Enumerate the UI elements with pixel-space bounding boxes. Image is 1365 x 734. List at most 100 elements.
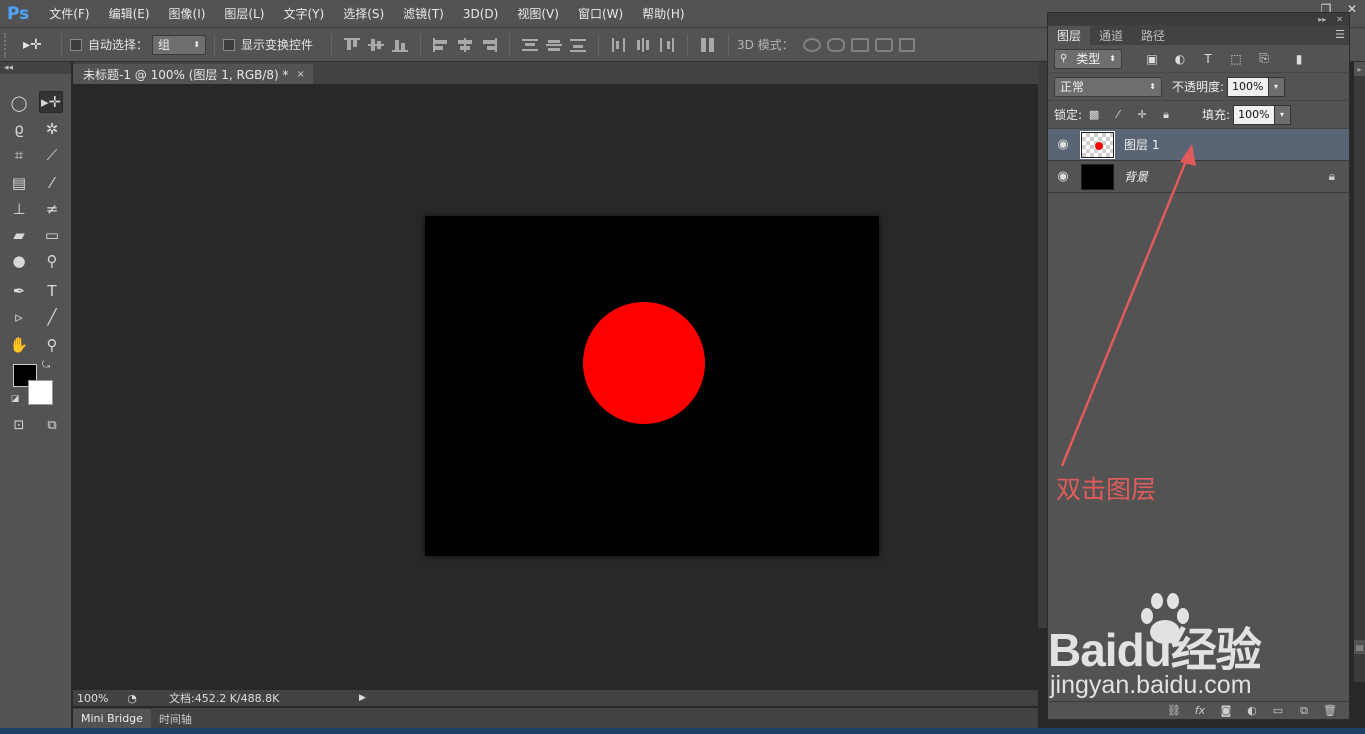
menu-window[interactable]: 窗口(W) [578,5,623,22]
show-transform-checkbox[interactable] [223,38,236,51]
toolbox-collapse-icon[interactable]: ◂◂ [0,62,71,74]
clone-stamp-tool-icon[interactable]: ⊥ [7,198,31,220]
dock-icon-top[interactable]: ▸ [1354,62,1365,76]
3d-pan-icon[interactable] [850,37,869,52]
fill-slider-arrow-icon[interactable]: ▾ [1274,104,1291,125]
lock-image-icon[interactable]: ⁄ [1111,108,1125,122]
lasso-tool-icon[interactable]: ϱ [7,118,31,140]
filter-type-icon[interactable]: T [1201,52,1215,66]
menu-help[interactable]: 帮助(H) [642,5,684,22]
menu-image[interactable]: 图像(I) [169,5,206,22]
opacity-input[interactable]: 100% [1227,76,1269,97]
auto-align-icon[interactable] [700,37,716,52]
auto-select-dropdown[interactable]: 组 ⬍ [152,34,207,55]
status-info-icon[interactable]: ◔ [123,691,141,705]
crop-tool-icon[interactable]: ⌗ [7,144,31,166]
opacity-slider-arrow-icon[interactable]: ▾ [1268,76,1285,97]
eye-icon[interactable]: ◉ [1048,137,1078,152]
magic-wand-tool-icon[interactable]: ✲ [40,118,64,140]
align-bottom-icon[interactable] [392,38,409,52]
distribute-left-icon[interactable] [611,37,627,52]
eyedropper-tool-icon[interactable]: ⟋ [40,144,64,166]
align-hcenter-icon[interactable] [457,37,473,52]
layer-name[interactable]: 图层 1 [1124,136,1159,153]
filter-pixel-icon[interactable]: ▣ [1145,52,1159,66]
swap-colors-icon[interactable]: ⤿ [38,358,54,372]
hand-tool-icon[interactable]: ✋ [7,334,31,356]
tab-mini-bridge[interactable]: Mini Bridge [73,709,151,728]
filter-shape-icon[interactable]: ⬚ [1229,52,1243,66]
panel-close-icon[interactable]: ✕ [1336,15,1343,24]
options-grip[interactable] [4,32,9,57]
distribute-hcenter-icon[interactable] [635,37,651,52]
new-group-icon[interactable]: ▭ [1269,704,1287,718]
layer-thumbnail[interactable] [1081,163,1114,190]
panel-collapse-bar[interactable]: ▸▸ ✕ [1048,13,1349,25]
close-tab-icon[interactable]: × [297,69,305,80]
pen-tool-icon[interactable]: ✒ [7,280,31,302]
dodge-tool-icon[interactable]: ⚲ [40,250,64,272]
eye-icon[interactable]: ◉ [1048,169,1078,184]
move-tool-preset-icon[interactable]: ▸✛ [23,37,53,53]
3d-slide-icon[interactable] [874,37,893,52]
spot-healing-tool-icon[interactable]: ▤ [7,172,31,194]
layer-style-fx-icon[interactable]: fx [1191,704,1209,718]
lock-all-icon[interactable]: 🔒︎ [1159,108,1173,122]
lock-position-icon[interactable]: ✛ [1135,108,1149,122]
background-color-swatch[interactable] [28,380,53,405]
filter-adjustment-icon[interactable]: ◐ [1173,52,1187,66]
brush-tool-icon[interactable]: ⁄ [40,172,64,194]
zoom-tool-icon[interactable]: ⚲ [40,334,64,356]
menu-3d[interactable]: 3D(D) [463,7,498,21]
filter-smart-object-icon[interactable]: ⎘ [1257,51,1271,65]
document-tab[interactable]: 未标题-1 @ 100% (图层 1, RGB/8) * × [73,64,313,84]
canvas-workspace[interactable] [73,84,1038,690]
lock-transparent-icon[interactable]: ▩ [1087,108,1101,122]
align-top-icon[interactable] [344,37,361,52]
3d-camera-icon[interactable] [898,37,915,52]
move-tool-icon[interactable]: ▸✛ [39,91,63,113]
distribute-right-icon[interactable] [659,37,675,52]
align-left-icon[interactable] [433,37,449,52]
path-selection-tool-icon[interactable]: ▹ [7,306,31,328]
document-canvas[interactable] [425,216,879,556]
3d-rotate-icon[interactable] [802,37,821,52]
filter-toggle-icon[interactable]: ▮ [1292,52,1306,66]
tab-channels[interactable]: 通道 [1090,26,1132,45]
tab-layers[interactable]: 图层 [1048,26,1091,45]
3d-roll-icon[interactable] [826,37,845,52]
eraser-tool-icon[interactable]: ▰ [7,224,31,246]
trash-icon[interactable]: 🗑︎ [1321,704,1339,718]
align-right-icon[interactable] [481,37,498,52]
auto-select-checkbox[interactable] [70,38,82,51]
distribute-vcenter-icon[interactable] [546,38,563,52]
menu-layer[interactable]: 图层(L) [224,5,264,22]
filter-kind-dropdown[interactable]: ⚲ 类型 ⬍ [1054,48,1122,69]
layer-thumbnail[interactable] [1080,130,1115,159]
menu-filter[interactable]: 滤镜(T) [403,5,444,22]
dock-icon-bottom[interactable]: ▤ [1354,640,1365,654]
align-vcenter-icon[interactable] [368,38,385,52]
menu-view[interactable]: 视图(V) [517,5,559,22]
quick-mask-icon[interactable]: ⊡ [7,414,31,436]
menu-edit[interactable]: 编辑(E) [109,5,150,22]
link-layers-icon[interactable]: ⛓ [1165,704,1183,718]
type-tool-icon[interactable]: T [40,280,64,302]
distribute-top-icon[interactable] [522,38,539,52]
red-circle-shape[interactable] [583,302,705,424]
elliptical-marquee-tool-icon[interactable]: ◯ [7,92,31,114]
new-layer-icon[interactable]: ⧉ [1295,704,1313,718]
add-mask-icon[interactable]: ◙ [1217,704,1235,718]
panel-collapse-icon[interactable]: ▸▸ [1318,15,1326,24]
blend-mode-dropdown[interactable]: 正常 ⬍ [1054,76,1162,97]
layer-row-background[interactable]: ◉ 背景 🔒︎ [1048,161,1349,193]
line-tool-icon[interactable]: ╱ [40,306,64,328]
layer-name[interactable]: 背景 [1124,168,1148,185]
status-menu-arrow-icon[interactable]: ▶ [359,693,373,703]
blur-tool-icon[interactable]: ● [7,250,31,272]
adjustment-layer-icon[interactable]: ◐ [1243,704,1261,718]
zoom-level[interactable]: 100% [73,692,123,705]
panel-menu-icon[interactable]: ☰ [1335,28,1345,41]
default-colors-icon[interactable]: ◪ [8,392,22,406]
screen-mode-icon[interactable]: ⧉ [40,414,64,436]
